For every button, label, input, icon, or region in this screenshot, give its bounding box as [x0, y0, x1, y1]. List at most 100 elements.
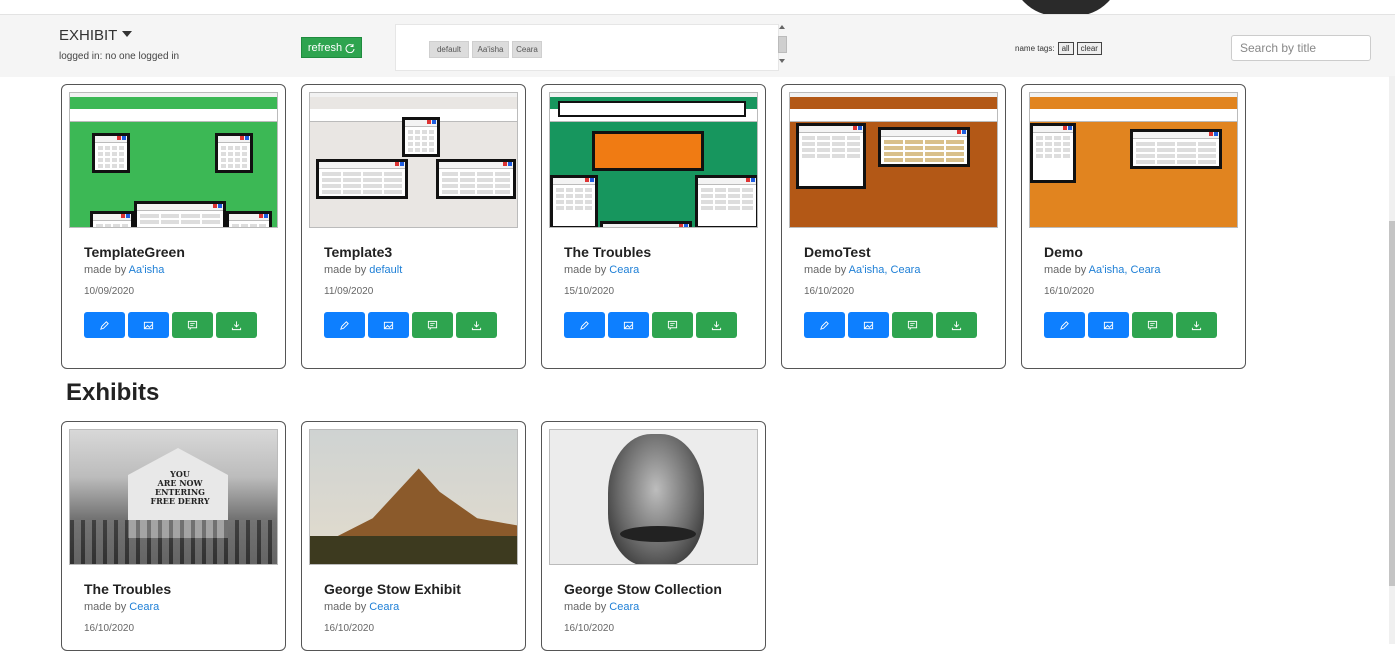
scroll-thumb[interactable] — [778, 36, 787, 53]
pencil-icon — [819, 320, 830, 331]
card-thumbnail[interactable] — [309, 429, 518, 565]
comment-button[interactable] — [1132, 312, 1173, 338]
page-scrollbar[interactable] — [1389, 76, 1395, 644]
download-button[interactable] — [1176, 312, 1217, 338]
card-thumbnail[interactable] — [309, 92, 518, 228]
edit-button[interactable] — [1044, 312, 1085, 338]
all-tags-button[interactable]: all — [1057, 42, 1074, 55]
clear-tags-button[interactable]: clear — [1076, 42, 1102, 55]
card-actions — [324, 312, 497, 338]
comment-icon — [907, 320, 918, 331]
tag-filter-box[interactable]: default Aa'isha Ceara — [395, 24, 779, 71]
edit-button[interactable] — [324, 312, 365, 338]
image-button[interactable] — [368, 312, 409, 338]
template-card[interactable]: DemoTest made by Aa'isha, Ceara 16/10/2020 — [781, 84, 1006, 369]
edit-button[interactable] — [804, 312, 845, 338]
made-by-label: made by — [564, 601, 607, 613]
image-button[interactable] — [848, 312, 889, 338]
top-header: EXHIBIT logged in: no one logged in refr… — [0, 14, 1395, 77]
author-link[interactable]: Ceara — [369, 601, 399, 613]
card-date: 16/10/2020 — [324, 623, 375, 634]
download-icon — [1191, 320, 1202, 331]
download-icon — [231, 320, 242, 331]
tag-chip-ceara[interactable]: Ceara — [512, 41, 542, 58]
tag-box-scrollbar[interactable] — [777, 24, 788, 69]
made-by-label: made by — [84, 264, 127, 276]
card-date: 16/10/2020 — [564, 623, 615, 634]
comment-icon — [1147, 320, 1158, 331]
card-author: made by Aa'isha, Ceara — [1044, 264, 1160, 276]
card-date: 11/09/2020 — [324, 286, 374, 297]
tag-chip-aaisha[interactable]: Aa'isha — [472, 41, 509, 58]
made-by-label: made by — [84, 601, 127, 613]
pencil-icon — [99, 320, 110, 331]
card-thumbnail[interactable]: YOU ARE NOW ENTERING FREE DERRY — [69, 429, 278, 565]
author-link[interactable]: Ceara — [609, 264, 639, 276]
author-link[interactable]: Aa'isha, Ceara — [849, 264, 921, 276]
card-author: made by Aa'isha — [84, 264, 164, 276]
author-link[interactable]: Aa'isha — [129, 264, 165, 276]
exhibits-heading: Exhibits — [66, 379, 160, 406]
card-author: made by default — [324, 264, 402, 276]
tag-chip-default[interactable]: default — [429, 41, 469, 58]
edit-button[interactable] — [564, 312, 605, 338]
exhibit-card[interactable]: YOU ARE NOW ENTERING FREE DERRY The Troubles… — [61, 421, 286, 651]
card-author: made by Ceara — [564, 264, 639, 276]
comment-button[interactable] — [892, 312, 933, 338]
card-author: made by Aa'isha, Ceara — [804, 264, 920, 276]
app-menu[interactable]: EXHIBIT — [59, 27, 133, 44]
search-input[interactable] — [1231, 35, 1371, 61]
refresh-button[interactable]: refresh — [301, 37, 362, 58]
image-icon — [623, 320, 634, 331]
template-card[interactable]: TemplateGreen made by Aa'isha 10/09/2020 — [61, 84, 286, 369]
exhibit-card[interactable]: George Stow Exhibit made by Ceara 16/10/20… — [301, 421, 526, 651]
page-scroll-thumb[interactable] — [1389, 221, 1395, 586]
comment-button[interactable] — [412, 312, 453, 338]
image-icon — [1103, 320, 1114, 331]
comment-icon — [427, 320, 438, 331]
card-thumbnail[interactable] — [789, 92, 998, 228]
download-button[interactable] — [936, 312, 977, 338]
scroll-up-icon[interactable] — [779, 25, 785, 29]
comment-icon — [187, 320, 198, 331]
card-actions — [804, 312, 977, 338]
scroll-down-icon[interactable] — [779, 59, 785, 63]
card-author: made by Ceara — [564, 601, 639, 613]
card-thumbnail[interactable] — [1029, 92, 1238, 228]
card-thumbnail[interactable] — [549, 92, 758, 228]
login-status: logged in: no one logged in — [59, 51, 180, 62]
exhibit-card[interactable]: George Stow Collection made by Ceara 16/10… — [541, 421, 766, 651]
download-button[interactable] — [216, 312, 257, 338]
author-link[interactable]: Ceara — [609, 601, 639, 613]
author-link[interactable]: default — [369, 264, 402, 276]
comment-button[interactable] — [172, 312, 213, 338]
pencil-icon — [339, 320, 350, 331]
card-author: made by Ceara — [84, 601, 159, 613]
comment-icon — [667, 320, 678, 331]
card-title: The Troubles — [564, 244, 652, 260]
pencil-icon — [579, 320, 590, 331]
image-button[interactable] — [1088, 312, 1129, 338]
template-card[interactable]: Demo made by Aa'isha, Ceara 16/10/2020 — [1021, 84, 1246, 369]
image-button[interactable] — [608, 312, 649, 338]
name-tags-control: name tags: all clear — [1015, 42, 1102, 55]
author-link[interactable]: Ceara — [129, 601, 159, 613]
image-button[interactable] — [128, 312, 169, 338]
card-title: Template3 — [324, 244, 393, 260]
card-thumbnail[interactable] — [549, 429, 758, 565]
card-actions — [564, 312, 737, 338]
made-by-label: made by — [564, 264, 607, 276]
download-icon — [471, 320, 482, 331]
edit-button[interactable] — [84, 312, 125, 338]
author-link[interactable]: Aa'isha, Ceara — [1089, 264, 1161, 276]
template-card[interactable]: Template3 made by default 11/09/2020 — [301, 84, 526, 369]
download-button[interactable] — [696, 312, 737, 338]
card-title: George Stow Exhibit — [324, 581, 461, 597]
card-thumbnail[interactable] — [69, 92, 278, 228]
comment-button[interactable] — [652, 312, 693, 338]
app-title: EXHIBIT — [59, 27, 118, 44]
template-card[interactable]: The Troubles made by Ceara 15/10/2020 — [541, 84, 766, 369]
pencil-icon — [1059, 320, 1070, 331]
card-date: 15/10/2020 — [564, 286, 615, 297]
download-button[interactable] — [456, 312, 497, 338]
